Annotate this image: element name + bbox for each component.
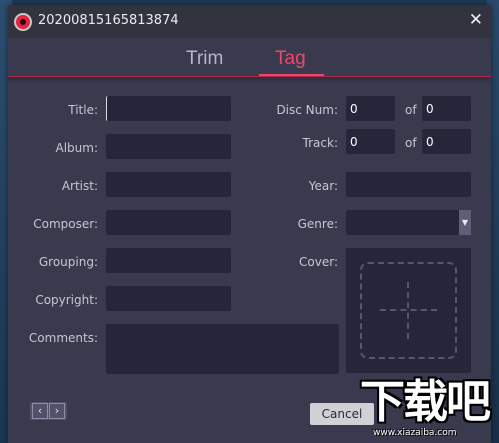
artist-label: Artist: [61, 179, 98, 193]
record-icon [14, 13, 32, 31]
copyright-label: Copyright: [35, 293, 98, 307]
composer-label: Composer: [33, 217, 98, 231]
album-label: Album: [55, 141, 99, 155]
tab-bar: Trim Tag [8, 38, 491, 78]
composer-input[interactable] [106, 210, 231, 235]
track-input[interactable] [346, 129, 395, 154]
grouping-label: Grouping: [38, 255, 98, 269]
tab-divider-shadow [8, 77, 491, 83]
cover-drop-zone[interactable] [346, 248, 471, 373]
disc-num-label: Disc Num: [276, 103, 338, 117]
tab-trim[interactable]: Trim [186, 47, 223, 71]
track-label: Track: [302, 136, 338, 150]
year-input[interactable] [346, 172, 471, 197]
file-navigation: ‹ › [30, 402, 67, 420]
copyright-input[interactable] [106, 286, 231, 311]
track-of-label: of [405, 136, 417, 150]
genre-label: Genre: [297, 217, 338, 231]
window-title: 20200815165813874 [38, 13, 179, 28]
close-icon[interactable]: ✕ [469, 10, 483, 30]
watermark-url: www.xiazaiba.com [373, 428, 457, 438]
year-label: Year: [308, 179, 338, 193]
chevron-down-icon[interactable]: ▼ [459, 210, 471, 235]
cover-label: Cover: [299, 255, 338, 269]
add-cover-icon-vertical [407, 282, 409, 339]
track-total-input[interactable] [422, 129, 471, 154]
artist-input[interactable] [106, 172, 231, 197]
disc-total-input[interactable] [422, 96, 471, 121]
comments-textarea[interactable] [106, 324, 339, 374]
next-file-button[interactable]: › [49, 403, 65, 419]
disc-num-of-label: of [405, 103, 417, 117]
album-input[interactable] [106, 134, 231, 159]
title-bar: 20200815165813874 ✕ [8, 5, 491, 38]
grouping-input[interactable] [106, 248, 231, 273]
comments-label: Comments: [28, 331, 98, 345]
genre-select[interactable] [346, 210, 459, 235]
tab-tag[interactable]: Tag [275, 47, 306, 71]
watermark-logo: 下载吧 [360, 375, 491, 428]
disc-num-input[interactable] [346, 96, 395, 121]
previous-file-button[interactable]: ‹ [32, 403, 48, 419]
title-label: Title: [68, 103, 98, 117]
title-input[interactable] [106, 96, 231, 121]
